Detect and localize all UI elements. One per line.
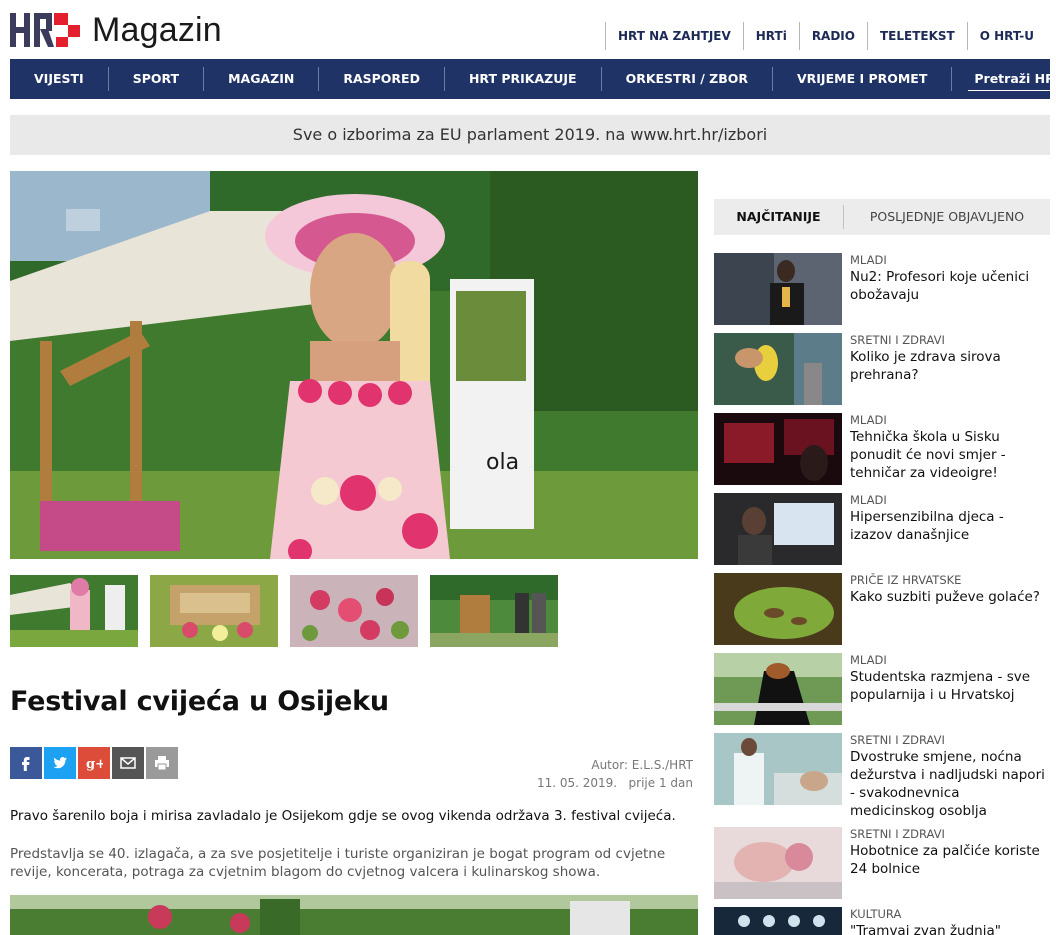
tab-najcitanije[interactable]: NAJČITANIJE — [714, 205, 844, 229]
list-item-title[interactable]: "Tramvaj zvan žudnja" — [850, 922, 1046, 935]
list-item-thumbnail[interactable] — [714, 333, 842, 405]
list-item[interactable]: MLADI Hipersenzibilna djeca - izazov dan… — [714, 493, 1054, 565]
list-item-title[interactable]: Hipersenzibilna djeca - izazov današnjic… — [850, 508, 1046, 544]
nav-hrt-prikazuje[interactable]: HRT PRIKAZUJE — [445, 67, 602, 91]
nav-vrijeme-i-promet[interactable]: VRIJEME I PROMET — [773, 67, 953, 91]
logo-text: Magazin — [92, 10, 222, 49]
site-logo[interactable]: Magazin — [10, 10, 222, 50]
list-item-title[interactable]: Tehnička škola u Sisku ponudit će novi s… — [850, 428, 1046, 482]
google-plus-icon: g+ — [86, 757, 103, 772]
print-button[interactable] — [146, 747, 178, 779]
twitter-icon — [53, 757, 67, 769]
share-buttons: g+ — [10, 747, 178, 779]
share-twitter-button[interactable] — [44, 747, 76, 779]
list-item-category[interactable]: MLADI — [850, 413, 1046, 427]
nav-orkestri-zbor[interactable]: ORKESTRI / ZBOR — [602, 67, 773, 91]
list-item-title[interactable]: Nu2: Profesori koje učenici obožavaju — [850, 268, 1046, 304]
list-item-title[interactable]: Kako suzbiti puževe golaće? — [850, 588, 1046, 606]
list-item-category[interactable]: MLADI — [850, 653, 1046, 667]
topnav-teletekst[interactable]: TELETEKST — [866, 22, 967, 50]
list-item-category[interactable]: MLADI — [850, 493, 1046, 507]
article-date: 11. 05. 2019. — [536, 776, 618, 790]
nav-sport[interactable]: SPORT — [109, 67, 205, 91]
topnav-radio[interactable]: RADIO — [798, 22, 867, 50]
article-second-photo[interactable] — [10, 895, 698, 935]
list-item-category[interactable]: SRETNI I ZDRAVI — [850, 733, 1046, 747]
sidebar-tabs: NAJČITANIJE POSLJEDNJE OBJAVLJENO — [714, 199, 1050, 235]
elections-banner[interactable]: Sve o izborima za EU parlament 2019. na … — [10, 115, 1050, 155]
list-item-title[interactable]: Studentska razmjena - sve popularnija i … — [850, 668, 1046, 704]
topnav-hrti[interactable]: HRTi — [742, 22, 799, 50]
list-item-title[interactable]: Koliko je zdrava sirova prehrana? — [850, 348, 1046, 384]
hrt-logo-icon — [10, 11, 86, 49]
gallery-thumb-1[interactable] — [10, 575, 138, 647]
search-box — [968, 67, 1056, 91]
list-item-category[interactable]: SRETNI I ZDRAVI — [850, 827, 1046, 841]
tab-posljednje-objavljeno[interactable]: POSLJEDNJE OBJAVLJENO — [844, 205, 1050, 229]
article-ago: prije 1 dan — [628, 776, 693, 790]
print-icon — [155, 756, 169, 771]
nav-vijesti[interactable]: VIJESTI — [10, 67, 109, 91]
list-item-category[interactable]: KULTURA — [850, 907, 1046, 921]
article-body: Predstavlja se 40. izlagača, a za sve po… — [10, 846, 666, 880]
svg-text:g+: g+ — [86, 757, 103, 772]
main-navigation: VIJESTI SPORT MAGAZIN RASPORED HRT PRIKA… — [10, 59, 1056, 99]
facebook-icon — [22, 757, 30, 771]
list-item[interactable]: SRETNI I ZDRAVI Dvostruke smjene, noćna … — [714, 733, 1054, 820]
list-item-thumbnail[interactable] — [714, 413, 842, 485]
share-google-plus-button[interactable]: g+ — [78, 747, 110, 779]
list-item-title[interactable]: Dvostruke smjene, noćna dežurstva i nadl… — [850, 748, 1046, 820]
list-item[interactable]: KULTURA "Tramvaj zvan žudnja" — [714, 907, 1054, 935]
article-date-line: 11. 05. 2019. prije 1 dan — [537, 774, 693, 792]
list-item-title[interactable]: Hobotnice za palčiće koriste 24 bolnice — [850, 842, 1046, 878]
list-item-thumbnail[interactable] — [714, 827, 842, 899]
topnav-o-hrt-u[interactable]: O HRT-U — [966, 22, 1046, 50]
nav-raspored[interactable]: RASPORED — [319, 67, 445, 91]
article-author: Autor: E.L.S./HRT — [591, 758, 693, 772]
gallery-thumb-2[interactable] — [150, 575, 278, 647]
share-email-button[interactable] — [112, 747, 144, 779]
list-item[interactable]: PRIČE IZ HRVATSKE Kako suzbiti puževe go… — [714, 573, 1054, 645]
gallery-thumb-3[interactable] — [290, 575, 418, 647]
article-lead: Pravo šarenilo boja i mirisa zavladalo j… — [10, 808, 676, 824]
list-item[interactable]: SRETNI I ZDRAVI Koliko je zdrava sirova … — [714, 333, 1054, 405]
topnav-hrt-na-zahtjev[interactable]: HRT NA ZAHTJEV — [604, 22, 743, 50]
list-item-category[interactable]: SRETNI I ZDRAVI — [850, 333, 1046, 347]
list-item[interactable]: SRETNI I ZDRAVI Hobotnice za palčiće kor… — [714, 827, 1054, 899]
list-item-category[interactable]: MLADI — [850, 253, 1046, 267]
list-item[interactable]: MLADI Studentska razmjena - sve popularn… — [714, 653, 1054, 725]
list-item-thumbnail[interactable] — [714, 907, 842, 935]
list-item-thumbnail[interactable] — [714, 733, 842, 805]
list-item-thumbnail[interactable] — [714, 253, 842, 325]
nav-magazin[interactable]: MAGAZIN — [204, 67, 320, 91]
article-main-photo[interactable]: ola — [10, 171, 698, 559]
list-item[interactable]: MLADI Tehnička škola u Sisku ponudit će … — [714, 413, 1054, 485]
top-navigation: HRT NA ZAHTJEV HRTi RADIO TELETEKST O HR… — [604, 22, 1046, 50]
article-title: Festival cvijeća u Osijeku — [10, 686, 389, 717]
article-meta: Autor: E.L.S./HRT 11. 05. 2019. prije 1 … — [537, 756, 693, 792]
list-item-category[interactable]: PRIČE IZ HRVATSKE — [850, 573, 1046, 587]
svg-text:ola: ola — [486, 450, 519, 475]
search-input[interactable] — [968, 71, 1056, 86]
list-item-thumbnail[interactable] — [714, 653, 842, 725]
share-facebook-button[interactable] — [10, 747, 42, 779]
list-item-thumbnail[interactable] — [714, 573, 842, 645]
email-icon — [120, 757, 136, 769]
list-item-thumbnail[interactable] — [714, 493, 842, 565]
gallery-thumb-4[interactable] — [430, 575, 558, 647]
list-item[interactable]: MLADI Nu2: Profesori koje učenici obožav… — [714, 253, 1054, 325]
gallery-thumbnails — [10, 575, 558, 647]
